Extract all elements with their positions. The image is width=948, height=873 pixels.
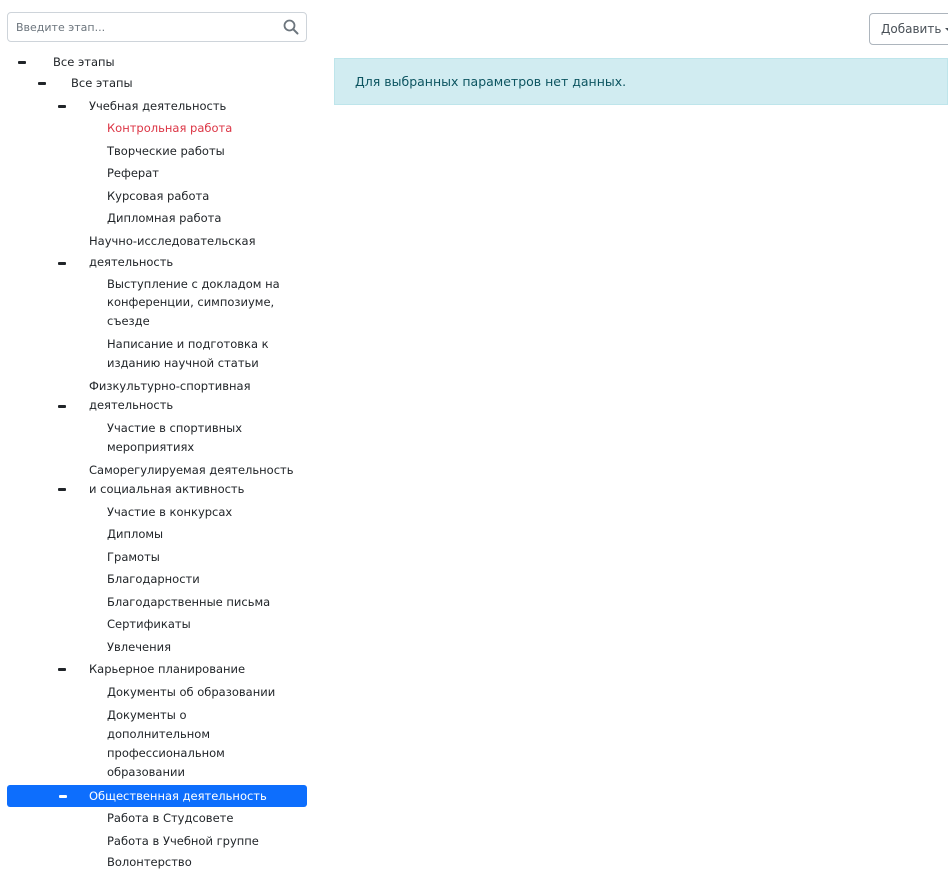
tree-leaf-sport-events[interactable]: мероприятиях [107,437,194,458]
search-box[interactable] [7,12,307,42]
tree-leaf-additional-education-docs[interactable]: профессиональном [107,743,225,764]
tree-leaf-contests[interactable]: Участие в конкурсах [107,502,232,523]
tree-leaf-test-work[interactable]: Контрольная работа [107,118,232,139]
tree-leaf-sport-events[interactable]: Участие в спортивных [107,418,242,439]
no-data-alert: Для выбранных параметров нет данных. [334,58,948,105]
tree-node-career[interactable]: Карьерное планирование [89,659,245,680]
minus-icon[interactable] [58,488,66,491]
minus-icon[interactable] [59,795,67,798]
tree-leaf-additional-education-docs[interactable]: дополнительном [107,724,210,745]
search-icon[interactable] [283,19,299,35]
sidebar: Все этапы Все этапы Учебная деятельность… [0,0,312,870]
minus-icon[interactable] [38,82,46,85]
minus-icon[interactable] [18,61,26,64]
add-button[interactable]: Добавить [869,13,948,45]
tree-leaf-thank-you-letters[interactable]: Благодарственные письма [107,592,270,613]
main-content: Добавить Для выбранных параметров нет да… [334,0,948,870]
tree-leaf-article[interactable]: Написание и подготовка к [107,334,269,355]
tree-node-social-line2[interactable]: и социальная активность [89,479,244,500]
tree-leaf-conference-talk[interactable]: конференции, симпозиуме, [107,292,274,313]
tree-node-social-line1[interactable]: Саморегулируемая деятельность [89,460,294,481]
tree-node-sport-line2[interactable]: деятельность [89,395,173,416]
minus-icon[interactable] [58,405,66,408]
tree-leaf-diploma-work[interactable]: Дипломная работа [107,208,221,229]
tree-node-research-line1[interactable]: Научно-исследовательская [89,231,256,252]
tree-leaf-education-docs[interactable]: Документы об образовании [107,682,275,703]
tree-node-public-selected[interactable]: Общественная деятельность [7,785,307,807]
tree-leaf-article[interactable]: изданию научной статьи [107,353,259,374]
tree-leaf-coursework[interactable]: Курсовая работа [107,186,209,207]
tree-leaf-additional-education-docs[interactable]: образовании [107,762,185,783]
tree-leaf-additional-education-docs[interactable]: Документы о [107,705,187,726]
tree-node-all-stages-sub[interactable]: Все этапы [71,73,133,94]
tree-node-sport-line1[interactable]: Физкультурно-спортивная [89,376,251,397]
minus-icon[interactable] [58,105,66,108]
tree-leaf-certificates-of-merit[interactable]: Грамоты [107,547,160,568]
tree-node-public-label: Общественная деятельность [89,789,267,803]
tree-leaf-certificates[interactable]: Сертификаты [107,614,191,635]
tree-leaf-creative-works[interactable]: Творческие работы [107,141,225,162]
tree-node-all-stages[interactable]: Все этапы [53,52,115,73]
no-data-alert-text: Для выбранных параметров нет данных. [355,74,627,89]
minus-icon[interactable] [58,262,66,265]
tree-leaf-study-group[interactable]: Работа в Учебной группе [107,831,259,852]
search-input[interactable] [8,13,278,41]
tree-node-research-line2[interactable]: деятельность [89,252,173,273]
tree-node-study[interactable]: Учебная деятельность [89,96,226,117]
tree-leaf-conference-talk[interactable]: съезде [107,311,150,332]
minus-icon[interactable] [58,668,66,671]
tree-leaf-diplomas[interactable]: Дипломы [107,524,163,545]
tree-leaf-hobbies[interactable]: Увлечения [107,637,171,658]
tree-leaf-acknowledgements[interactable]: Благодарности [107,569,200,590]
tree-leaf-report[interactable]: Реферат [107,163,159,184]
tree-leaf-student-council[interactable]: Работа в Студсовете [107,808,233,829]
add-button-label: Добавить [881,22,942,36]
